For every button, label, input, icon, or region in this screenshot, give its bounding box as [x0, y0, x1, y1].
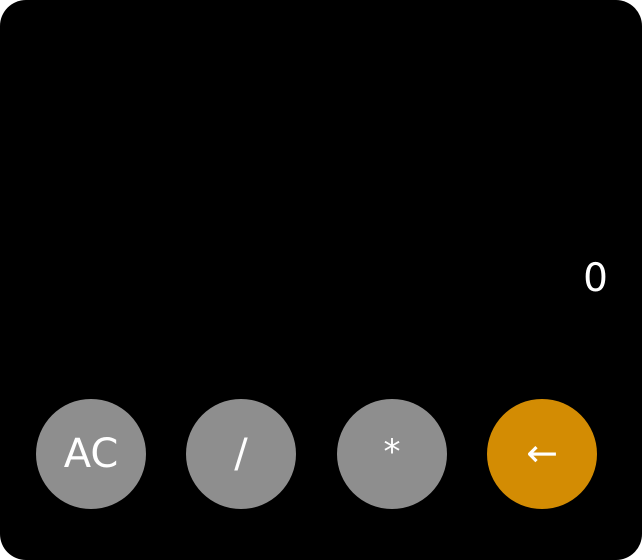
- keypad-row: AC / * ←: [0, 399, 642, 509]
- backspace-button[interactable]: ←: [487, 399, 597, 509]
- calculator: 0 AC / * ←: [0, 0, 642, 560]
- display-value: 0: [583, 256, 608, 301]
- left-arrow-icon: ←: [526, 431, 558, 475]
- multiply-button[interactable]: *: [337, 399, 447, 509]
- all-clear-button[interactable]: AC: [36, 399, 146, 509]
- divide-button[interactable]: /: [186, 399, 296, 509]
- calculator-display: 0: [0, 0, 642, 390]
